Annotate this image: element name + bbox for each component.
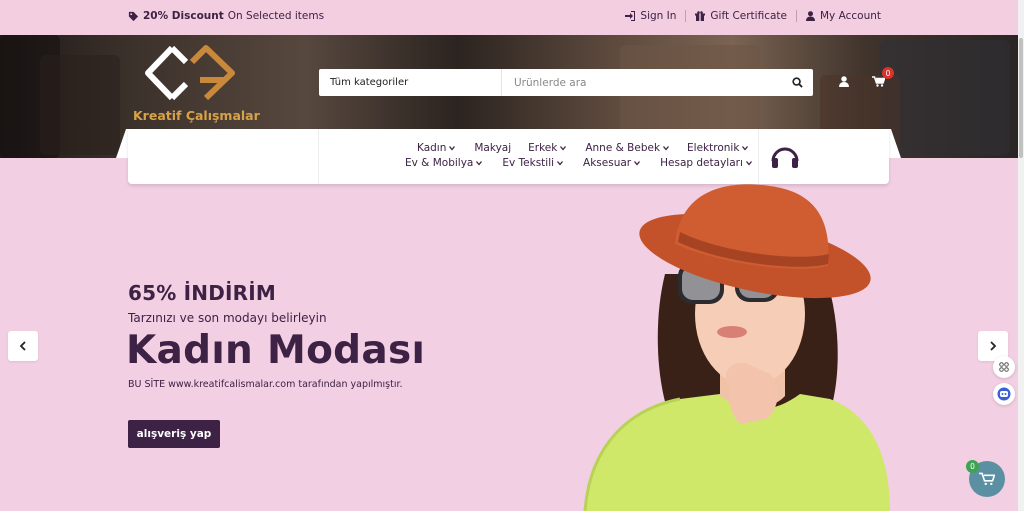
shop-now-button[interactable]: alışveriş yap — [128, 420, 220, 448]
account-icon[interactable] — [839, 76, 849, 87]
menu-label: Anne & Bebek — [585, 142, 661, 154]
gift-certificate-label: Gift Certificate — [710, 10, 787, 22]
chevron-down-icon — [557, 161, 564, 166]
nav-left-panel — [128, 129, 319, 184]
menu-row-1: Kadın Makyaj Erkek Anne & Bebek Elektron… — [417, 142, 749, 154]
search-input[interactable] — [502, 69, 781, 96]
assistant-widget[interactable] — [993, 383, 1015, 405]
hero-title: Kadın Modası — [126, 328, 426, 373]
cart-icon — [979, 472, 995, 486]
sign-in-link[interactable]: Sign In — [616, 10, 685, 22]
menu-item-elektronik[interactable]: Elektronik — [687, 142, 749, 154]
search-button[interactable] — [781, 69, 813, 96]
menu-item-anne-bebek[interactable]: Anne & Bebek — [585, 142, 670, 154]
menu-item-ev-tekstili[interactable]: Ev Tekstili — [502, 157, 564, 169]
menu-item-makyaj[interactable]: Makyaj — [474, 142, 511, 154]
menu-item-ev-mobilya[interactable]: Ev & Mobilya — [405, 157, 483, 169]
promo-bold: 20% Discount — [143, 10, 224, 22]
menu-label: Ev & Mobilya — [405, 157, 474, 169]
page-scrollbar[interactable] — [1018, 0, 1024, 511]
gift-icon — [695, 11, 706, 21]
chevron-down-icon — [745, 161, 752, 166]
hero-model-image — [583, 184, 890, 511]
menu-label: Ev Tekstili — [502, 157, 555, 169]
tag-icon — [128, 11, 139, 21]
promo-text: 20% Discount On Selected items — [128, 10, 324, 22]
menu-label: Makyaj — [474, 142, 512, 154]
chevron-down-icon — [449, 146, 456, 151]
apps-widget[interactable] — [993, 356, 1015, 378]
chevron-down-icon — [634, 161, 641, 166]
bot-icon — [997, 387, 1011, 401]
menu-label: Hesap detayları — [660, 157, 743, 169]
menu-label: Erkek — [528, 142, 558, 154]
hero-discount: 65% İNDİRİM — [128, 281, 277, 305]
user-icon — [805, 11, 815, 21]
sign-in-icon — [625, 11, 636, 21]
menu-item-erkek[interactable]: Erkek — [528, 142, 567, 154]
menu-item-hesap-detaylari[interactable]: Hesap detayları — [660, 157, 752, 169]
menu-label: Kadın — [417, 142, 447, 154]
my-account-label: My Account — [819, 10, 881, 22]
scrollbar-thumb[interactable] — [1019, 38, 1023, 158]
my-account-link[interactable]: My Account — [797, 10, 890, 22]
category-select[interactable]: Tüm kategoriler — [319, 69, 502, 96]
grid-icon — [999, 362, 1009, 372]
menu-label: Elektronik — [687, 142, 740, 154]
chevron-down-icon — [476, 161, 483, 166]
menu-item-aksesuar[interactable]: Aksesuar — [583, 157, 641, 169]
chevron-left-icon — [19, 341, 26, 351]
menu-item-kadin[interactable]: Kadın — [417, 142, 456, 154]
cart-icon[interactable] — [872, 76, 885, 87]
account-links: Sign In Gift Certificate My Account — [616, 10, 890, 22]
top-bar: 20% Discount On Selected items Sign In G… — [0, 0, 1018, 35]
gift-certificate-link[interactable]: Gift Certificate — [686, 10, 796, 22]
search-bar: Tüm kategoriler — [319, 69, 813, 96]
chevron-right-icon — [990, 341, 997, 351]
cart-count-badge: 0 — [882, 67, 894, 79]
promo-rest: On Selected items — [227, 10, 325, 22]
floating-cart-count: 0 — [966, 460, 979, 473]
banner-decor — [40, 55, 120, 155]
headphones-icon[interactable] — [770, 144, 800, 170]
menu-label: Aksesuar — [583, 157, 632, 169]
menu-row-2: Ev & Mobilya Ev Tekstili Aksesuar Hesap … — [405, 157, 752, 169]
chevron-down-icon — [663, 146, 670, 151]
hero-note: BU SİTE www.kreatifcalismalar.com tarafı… — [128, 379, 403, 390]
nav-support-panel — [758, 129, 889, 184]
brand-name[interactable]: Kreatif Çalışmalar — [133, 108, 260, 123]
hero-subtitle: Tarzınızı ve son modayı belirleyin — [128, 311, 327, 325]
search-icon — [791, 77, 803, 88]
sign-in-label: Sign In — [640, 10, 677, 22]
chevron-down-icon — [560, 146, 567, 151]
chevron-down-icon — [742, 146, 749, 151]
slider-prev-button[interactable] — [8, 331, 38, 361]
